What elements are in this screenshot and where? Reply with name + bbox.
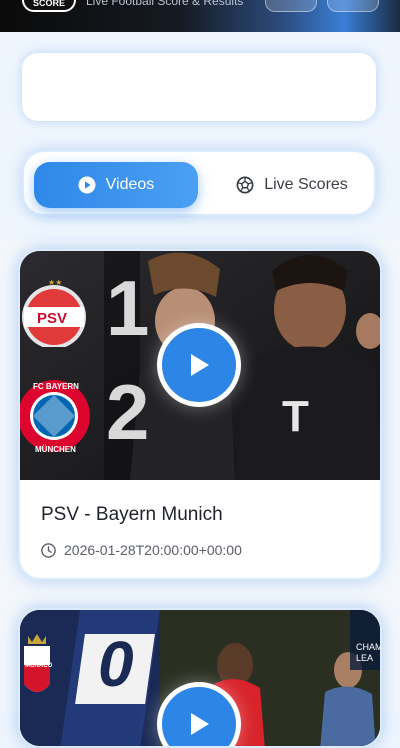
banner-placeholder <box>22 53 376 121</box>
view-switcher: Videos Live Scores <box>22 150 376 216</box>
play-icon <box>191 354 209 376</box>
svg-text:FC BAYERN: FC BAYERN <box>33 382 79 391</box>
video-thumbnail[interactable]: T PSV ★★ FC BAYERN MÜNCHEN 1 2 <box>20 251 380 480</box>
svg-text:MÜNCHEN: MÜNCHEN <box>35 445 76 454</box>
tab-live-scores[interactable]: Live Scores <box>214 162 370 208</box>
home-score: 1 <box>106 264 150 352</box>
app-logo: SCORE <box>22 0 76 12</box>
tab-live-scores-label: Live Scores <box>264 176 348 193</box>
svg-text:T: T <box>282 392 309 441</box>
play-circle-icon <box>78 176 96 194</box>
play-icon <box>191 713 209 735</box>
soccer-ball-icon <box>236 176 254 194</box>
video-info: PSV - Bayern Munich 2026-01-28T20:00:00+… <box>20 480 380 558</box>
bayern-badge-logo: FC BAYERN MÜNCHEN <box>20 380 90 454</box>
video-title: PSV - Bayern Munich <box>41 504 223 525</box>
away-score: 2 <box>106 368 150 456</box>
home-score: 0 <box>98 628 134 700</box>
header-action-button-1[interactable] <box>265 0 317 12</box>
video-thumbnail[interactable]: MONACO 0 CHAMP LEA <box>20 610 380 746</box>
video-card[interactable]: MONACO 0 CHAMP LEA <box>18 608 382 748</box>
svg-text:PSV: PSV <box>37 310 67 327</box>
app-header: SCORE Live Football Score & Results <box>0 0 400 32</box>
play-button[interactable] <box>157 323 241 407</box>
video-timestamp-text: 2026-01-28T20:00:00+00:00 <box>64 542 242 558</box>
psv-badge-logo: PSV ★★ <box>22 278 86 347</box>
tab-videos[interactable]: Videos <box>34 162 198 208</box>
competition-label: CHAMP LEA <box>356 642 380 663</box>
app-tagline: Live Football Score & Results <box>86 0 244 8</box>
monaco-badge-text: MONACO <box>25 663 53 669</box>
tab-videos-label: Videos <box>105 176 155 193</box>
header-action-button-2[interactable] <box>327 0 379 12</box>
video-card[interactable]: T PSV ★★ FC BAYERN MÜNCHEN 1 2 PSV - Bay… <box>18 249 382 580</box>
svg-text:★★: ★★ <box>48 278 62 287</box>
video-timestamp: 2026-01-28T20:00:00+00:00 <box>41 542 380 558</box>
clock-icon <box>41 542 56 558</box>
logo-text: SCORE <box>32 0 65 8</box>
